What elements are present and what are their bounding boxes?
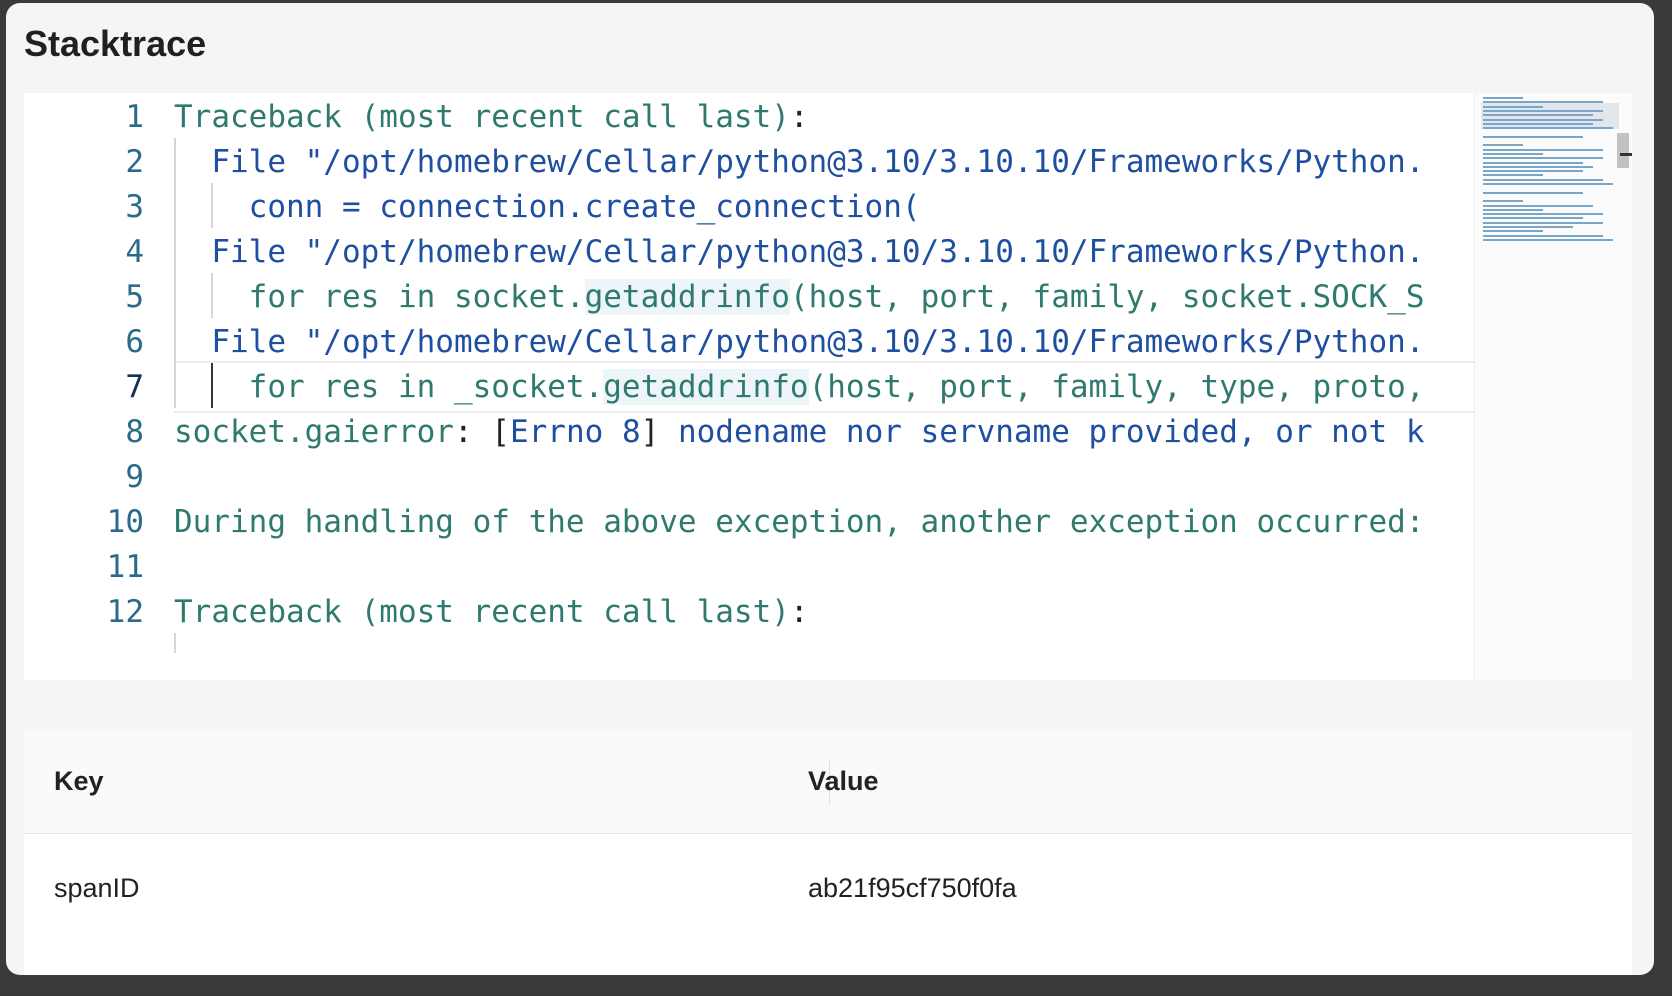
line-number: 1	[125, 99, 144, 135]
code-editor[interactable]: 1 2 3 4 5 6 7 8 9 10 11 12 Traceback (most recent c…	[24, 93, 1632, 680]
minimap-line	[1483, 234, 1603, 237]
minimap-line	[1483, 109, 1603, 112]
minimap-line	[1483, 191, 1583, 194]
line-number: 4	[125, 234, 144, 270]
panel-title: Stacktrace	[24, 23, 207, 64]
code-token: nodename nor servname provided, or not k	[677, 414, 1425, 450]
minimap-line	[1483, 178, 1603, 181]
minimap-line	[1483, 118, 1603, 121]
minimap-line	[1483, 230, 1543, 233]
minimap-line	[1483, 144, 1523, 147]
code-token: :	[789, 99, 809, 135]
line-number: 7	[125, 369, 144, 405]
minimap-line	[1483, 122, 1593, 125]
code-token: File "/opt/homebrew/Cellar/python@3.10/3…	[174, 234, 1425, 270]
code-token: getaddrinfo	[584, 279, 790, 315]
code-token: getaddrinfo	[603, 369, 809, 405]
minimap-line	[1483, 135, 1583, 138]
attributes-table: Key Value spanID ab21f95cf750f0fa	[24, 729, 1632, 975]
minimap-line	[1483, 226, 1573, 228]
code-line[interactable]: Traceback (most recent call last):	[174, 93, 809, 141]
row-key-cell: spanID	[54, 873, 140, 903]
cursor-position-marker	[1620, 153, 1632, 156]
code-line[interactable]: Traceback (most recent call last):	[174, 588, 809, 636]
minimap-line	[1483, 101, 1603, 104]
code-token: ]	[640, 414, 678, 450]
table-header: Key Value	[24, 729, 1632, 834]
code-token: : [	[453, 414, 510, 450]
line-number: 11	[106, 549, 144, 585]
minimap-line	[1483, 217, 1583, 220]
indent-guide	[211, 363, 213, 408]
code-token: Errno 8	[509, 414, 641, 450]
column-header-value[interactable]: Value	[808, 729, 879, 833]
code-line[interactable]: File "/opt/homebrew/Cellar/python@3.10/3…	[174, 138, 1424, 186]
line-number: 8	[125, 414, 144, 450]
code-line[interactable]: During handling of the above exception, …	[174, 498, 1424, 546]
indent-guide	[174, 138, 176, 408]
indent-guide	[211, 273, 213, 318]
vertical-scrollbar-thumb[interactable]	[1617, 133, 1629, 168]
code-token: :	[789, 594, 809, 630]
code-area[interactable]: Traceback (most recent call last): File …	[174, 93, 1474, 680]
row-value-cell: ab21f95cf750f0fa	[808, 873, 1017, 903]
code-line[interactable]: File "/opt/homebrew/Cellar/python@3.10/3…	[174, 318, 1424, 366]
line-number: 5	[125, 279, 144, 315]
code-token: File "/opt/homebrew/Cellar/python@3.10/3…	[174, 324, 1425, 360]
code-token: File "/opt/homebrew/Cellar/python@3.10/3…	[174, 144, 1425, 180]
code-token: Traceback (most recent call last)	[174, 99, 790, 135]
minimap-line	[1483, 200, 1523, 203]
minimap-line	[1483, 97, 1523, 99]
minimap-line	[1483, 208, 1543, 211]
minimap-line	[1483, 127, 1613, 130]
column-header-key[interactable]: Key	[54, 729, 104, 833]
minimap-line	[1483, 183, 1613, 185]
indent-guide	[211, 183, 213, 228]
minimap[interactable]	[1474, 93, 1632, 680]
minimap-line	[1483, 157, 1603, 160]
code-token: conn = connection.create_connection(	[174, 189, 921, 225]
minimap-line	[1483, 114, 1593, 117]
minimap-line	[1483, 105, 1543, 108]
code-line[interactable]: for res in socket.getaddrinfo(host, port…	[174, 273, 1424, 321]
code-line[interactable]: for res in _socket.getaddrinfo(host, por…	[174, 361, 1474, 413]
minimap-line	[1483, 213, 1603, 216]
line-number: 12	[106, 594, 144, 630]
line-number: 3	[125, 189, 144, 225]
minimap-line	[1483, 165, 1593, 168]
code-token: (host, port, family, type, proto,	[808, 369, 1425, 405]
code-token: for res in _socket.	[174, 369, 604, 405]
code-token: socket.gaierror	[174, 414, 454, 450]
code-token: for res in socket.	[174, 279, 585, 315]
minimap-line	[1483, 161, 1583, 164]
code-token: During handling of the above exception, …	[174, 504, 1425, 540]
code-line[interactable]: socket.gaierror: [Errno 8] nodename nor …	[174, 408, 1425, 456]
code-token: (host, port, family, socket.SOCK_S	[789, 279, 1425, 315]
minimap-line	[1483, 221, 1603, 224]
minimap-line	[1483, 170, 1583, 173]
minimap-line	[1483, 148, 1603, 151]
indent-guide	[174, 633, 176, 653]
line-number: 2	[125, 144, 144, 180]
code-line[interactable]: conn = connection.create_connection(	[174, 183, 921, 231]
line-number: 6	[125, 324, 144, 360]
stacktrace-panel: Stacktrace 1 2 3 4 5 6 7 8 9 10 11 12 Traceback (mo…	[6, 3, 1654, 975]
minimap-line	[1483, 238, 1613, 241]
line-number-gutter: 1 2 3 4 5 6 7 8 9 10 11 12	[24, 93, 144, 680]
minimap-line	[1483, 152, 1543, 155]
line-number: 10	[106, 504, 144, 540]
minimap-line	[1483, 174, 1543, 177]
minimap-line	[1483, 204, 1593, 207]
line-number: 9	[125, 459, 144, 495]
code-line[interactable]: File "/opt/homebrew/Cellar/python@3.10/3…	[174, 228, 1424, 276]
code-token: Traceback (most recent call last)	[174, 594, 790, 630]
